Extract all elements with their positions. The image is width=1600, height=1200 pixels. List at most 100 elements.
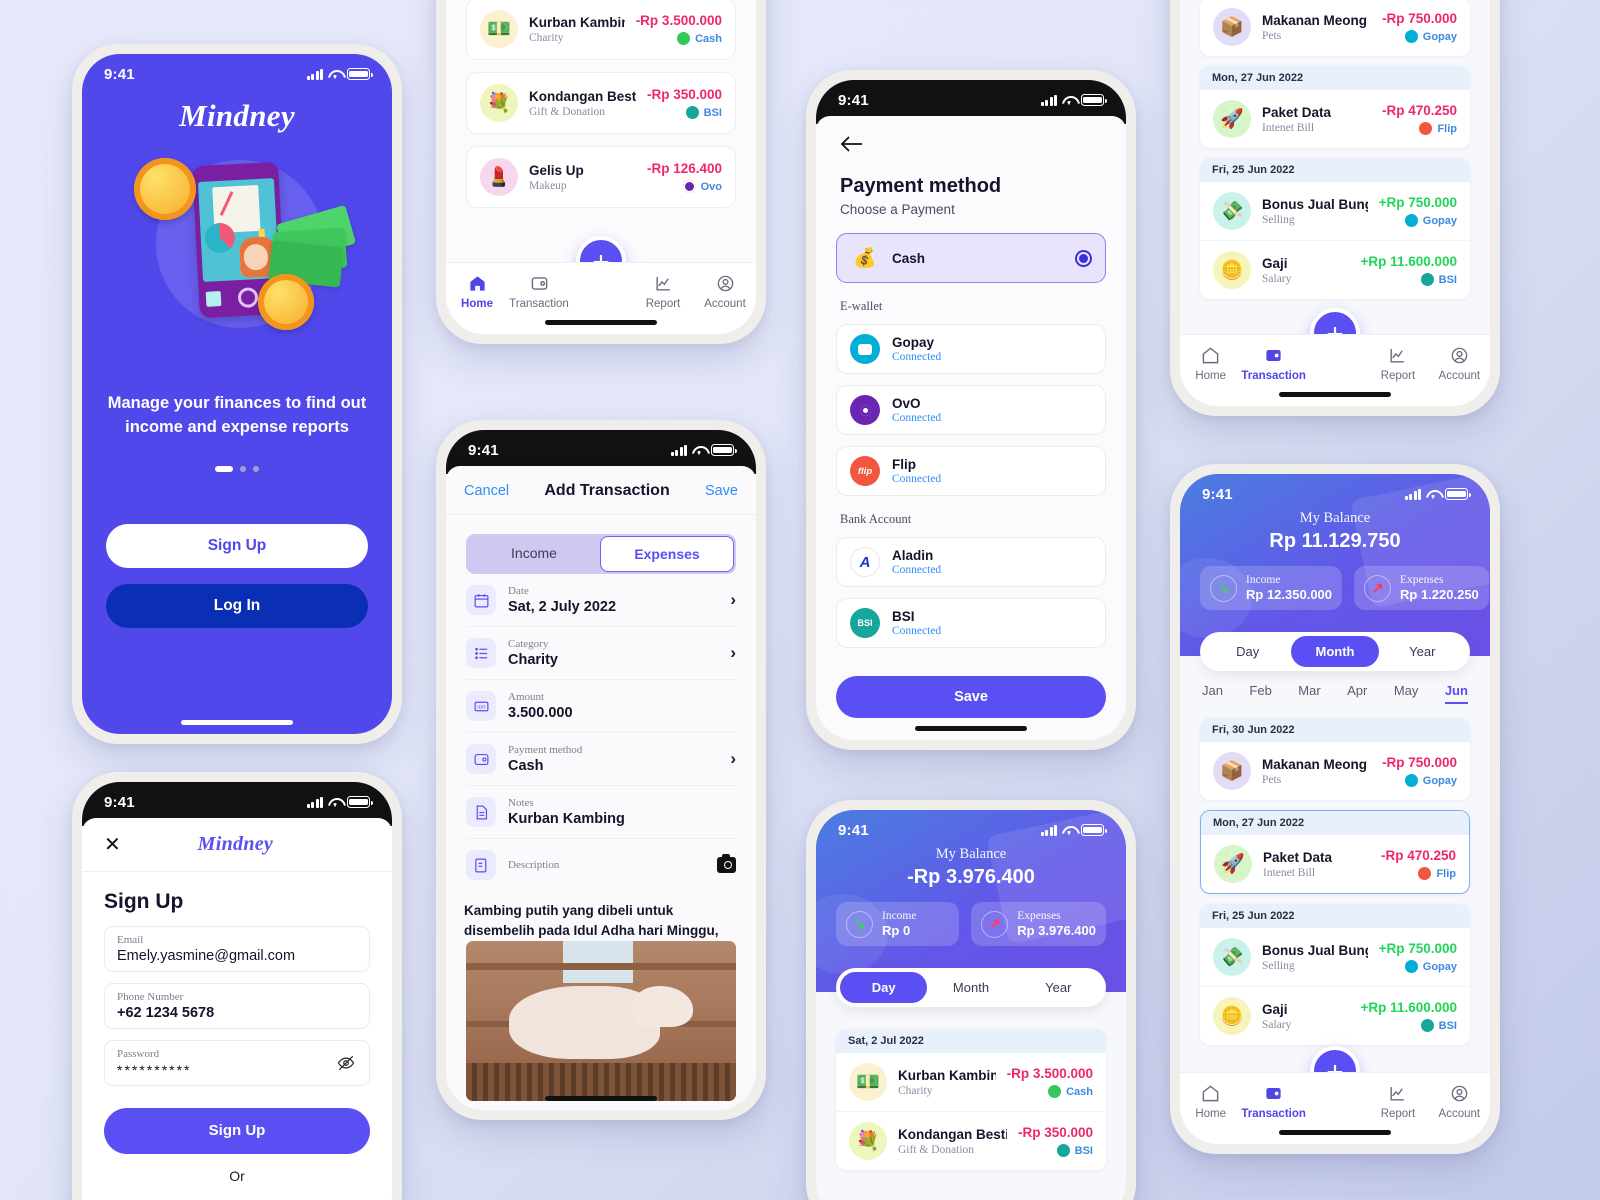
save-button[interactable]: Save: [836, 676, 1106, 718]
nav-label: Account: [704, 298, 746, 310]
income-card[interactable]: ↘ Income Rp 12.350.000: [1200, 566, 1343, 610]
phone-field[interactable]: Phone Number +62 1234 5678: [104, 983, 370, 1029]
category-avatar: 🚀: [1214, 845, 1252, 883]
table-row[interactable]: 💐 Kondangan Bestie Gift & Donation -Rp 35…: [466, 72, 736, 134]
category-avatar: 💸: [1213, 192, 1251, 230]
nav-item-account[interactable]: Account: [1429, 346, 1490, 382]
home-icon: [1180, 1084, 1241, 1104]
field-date[interactable]: Date Sat, 2 July 2022 ›: [466, 574, 736, 627]
home-indicator: [545, 320, 657, 325]
field-category[interactable]: Category Charity ›: [466, 627, 736, 680]
field-payment-method[interactable]: Payment method Cash ›: [466, 733, 736, 786]
transaction-category: Pets: [1262, 29, 1282, 42]
eye-off-icon[interactable]: [335, 1054, 357, 1072]
transaction-category: Intenet Bill: [1263, 866, 1316, 879]
close-icon[interactable]: ✕: [104, 832, 121, 857]
month-apr[interactable]: Apr: [1347, 683, 1367, 704]
transaction-amount: -Rp 750.000: [1381, 755, 1457, 770]
payment-option-aladin[interactable]: A Aladin Connected: [836, 537, 1106, 587]
nav-item-account[interactable]: Account: [1429, 1084, 1490, 1120]
payment-option-ovo[interactable]: OvO Connected: [836, 385, 1106, 435]
phone-report-day: 9:41 My Balance -Rp 3.976.400 ↘ Income Rp…: [806, 800, 1136, 1200]
tab-day[interactable]: Day: [840, 972, 928, 1003]
month-feb[interactable]: Feb: [1249, 683, 1271, 704]
tab-month[interactable]: Month: [927, 972, 1014, 1003]
table-row[interactable]: 💵 Kurban KambingCharity -Rp 3.500.000 Ca…: [466, 0, 736, 60]
tab-income[interactable]: Income: [468, 536, 600, 572]
table-row[interactable]: 💵 Kurban KambingCharity -Rp 3.500.000 Ca…: [836, 1053, 1106, 1112]
nav-item-transaction[interactable]: Transaction: [1241, 346, 1306, 382]
field-description[interactable]: Description: [466, 839, 736, 891]
tab-year[interactable]: Year: [1379, 636, 1466, 667]
gopay-icon: [1404, 214, 1418, 227]
app-logo: Mindney: [179, 98, 295, 133]
tab-day[interactable]: Day: [1204, 636, 1291, 667]
month-may[interactable]: May: [1394, 683, 1419, 704]
onboarding-illustration: [122, 152, 357, 352]
expense-card[interactable]: ↗ Expenses Rp 1.220.250: [1354, 566, 1489, 610]
transaction-name: Paket Data: [1262, 104, 1332, 120]
back-arrow-icon[interactable]: [840, 134, 864, 154]
income-value: Rp 12.350.000: [1246, 587, 1333, 602]
table-row[interactable]: 🚀 Paket Data Intenet Bill -Rp 470.250 Fli…: [1201, 835, 1469, 893]
field-notes[interactable]: Notes Kurban Kambing: [466, 786, 736, 839]
table-row[interactable]: 🪙 Gaji Salary +Rp 11.600.000 BSI: [1200, 241, 1470, 299]
nav-item-report[interactable]: Report: [632, 274, 694, 310]
cancel-button[interactable]: Cancel: [464, 483, 509, 499]
nav-item-home[interactable]: Home: [1180, 1084, 1241, 1120]
income-card[interactable]: ↘ Income Rp 0: [836, 902, 960, 946]
carousel-dots[interactable]: [82, 465, 392, 472]
nav-item-report[interactable]: Report: [1367, 346, 1428, 382]
table-row[interactable]: 💸 Bonus Jual BungaSelling +Rp 750.000 Go…: [1200, 182, 1470, 241]
email-field[interactable]: Email Emely.yasmine@gmail.com: [104, 926, 370, 972]
nav-item-account[interactable]: Account: [694, 274, 756, 310]
payment-option-flip[interactable]: flip Flip Connected: [836, 446, 1106, 496]
table-row[interactable]: 🚀 Paket Data Intenet Bill -Rp 470.250 Fli…: [1200, 90, 1470, 148]
expense-card[interactable]: ↗ Expenses Rp 3.976.400: [971, 902, 1106, 946]
signup-button[interactable]: Sign Up: [106, 523, 368, 568]
signup-submit-button[interactable]: Sign Up: [104, 1108, 370, 1154]
nav-item-home[interactable]: Home: [1180, 346, 1241, 382]
month-jun[interactable]: Jun: [1444, 683, 1468, 704]
field-value: Emely.yasmine@gmail.com: [117, 948, 296, 964]
type-segmented-control: Income Expenses: [466, 534, 736, 574]
camera-icon[interactable]: [717, 854, 736, 873]
nav-label: Account: [1438, 1108, 1481, 1120]
table-row[interactable]: 🪙 Gaji Salary +Rp 11.600.000 BSI: [1200, 987, 1470, 1045]
table-row[interactable]: 💄 Gelis Up Makeup -Rp 126.400 Ovo: [466, 146, 736, 208]
password-field[interactable]: Password **********: [104, 1040, 370, 1086]
payment-option-gopay[interactable]: Gopay Connected: [836, 324, 1106, 374]
payment-name: Cash: [892, 250, 926, 266]
transaction-name: Kurban Kambing: [529, 14, 625, 30]
nav-item-transaction[interactable]: Transaction: [1241, 1084, 1306, 1120]
transaction-name: Makanan Meong: [1262, 12, 1368, 28]
payment-status: Connected: [892, 412, 942, 424]
tab-expenses[interactable]: Expenses: [600, 536, 734, 572]
payment-option-cash[interactable]: 💰 Cash: [836, 233, 1106, 283]
login-button[interactable]: Log In: [106, 583, 368, 628]
month-mar[interactable]: Mar: [1298, 683, 1320, 704]
attached-photo[interactable]: [466, 941, 736, 1101]
nav-item-transaction[interactable]: Transaction: [508, 274, 570, 310]
transaction-category: Intenet Bill: [1262, 121, 1315, 134]
tab-year[interactable]: Year: [1015, 972, 1102, 1003]
table-row[interactable]: 💸 Bonus Jual BungaSelling +Rp 750.000 Go…: [1200, 928, 1470, 987]
field-label: Description: [508, 859, 560, 871]
tab-month[interactable]: Month: [1291, 636, 1379, 667]
payment-option-bsi[interactable]: BSI BSI Connected: [836, 598, 1106, 648]
field-amount[interactable]: IDR Amount 3.500.000: [466, 680, 736, 733]
wifi-icon: [328, 797, 342, 808]
status-time: 9:41: [468, 441, 499, 459]
nav-item-home[interactable]: Home: [446, 274, 508, 310]
field-value: Cash: [508, 758, 544, 774]
save-button[interactable]: Save: [705, 483, 738, 499]
field-value: Sat, 2 July 2022: [508, 599, 617, 615]
nav-label: Home: [1195, 1108, 1227, 1120]
field-value: Kurban Kambing: [508, 811, 625, 827]
nav-item-report[interactable]: Report: [1367, 1084, 1428, 1120]
table-row[interactable]: 📦 Makanan Meong Pets -Rp 750.000 Gopay: [1200, 0, 1470, 56]
radio-selected[interactable]: [1075, 249, 1092, 267]
month-jan[interactable]: Jan: [1202, 683, 1223, 704]
table-row[interactable]: 📦 Makanan Meong Pets -Rp 750.000 Gopay: [1200, 742, 1470, 800]
table-row[interactable]: 💐 Kondangan Bestie Gift & Donation -Rp 35…: [836, 1112, 1106, 1170]
